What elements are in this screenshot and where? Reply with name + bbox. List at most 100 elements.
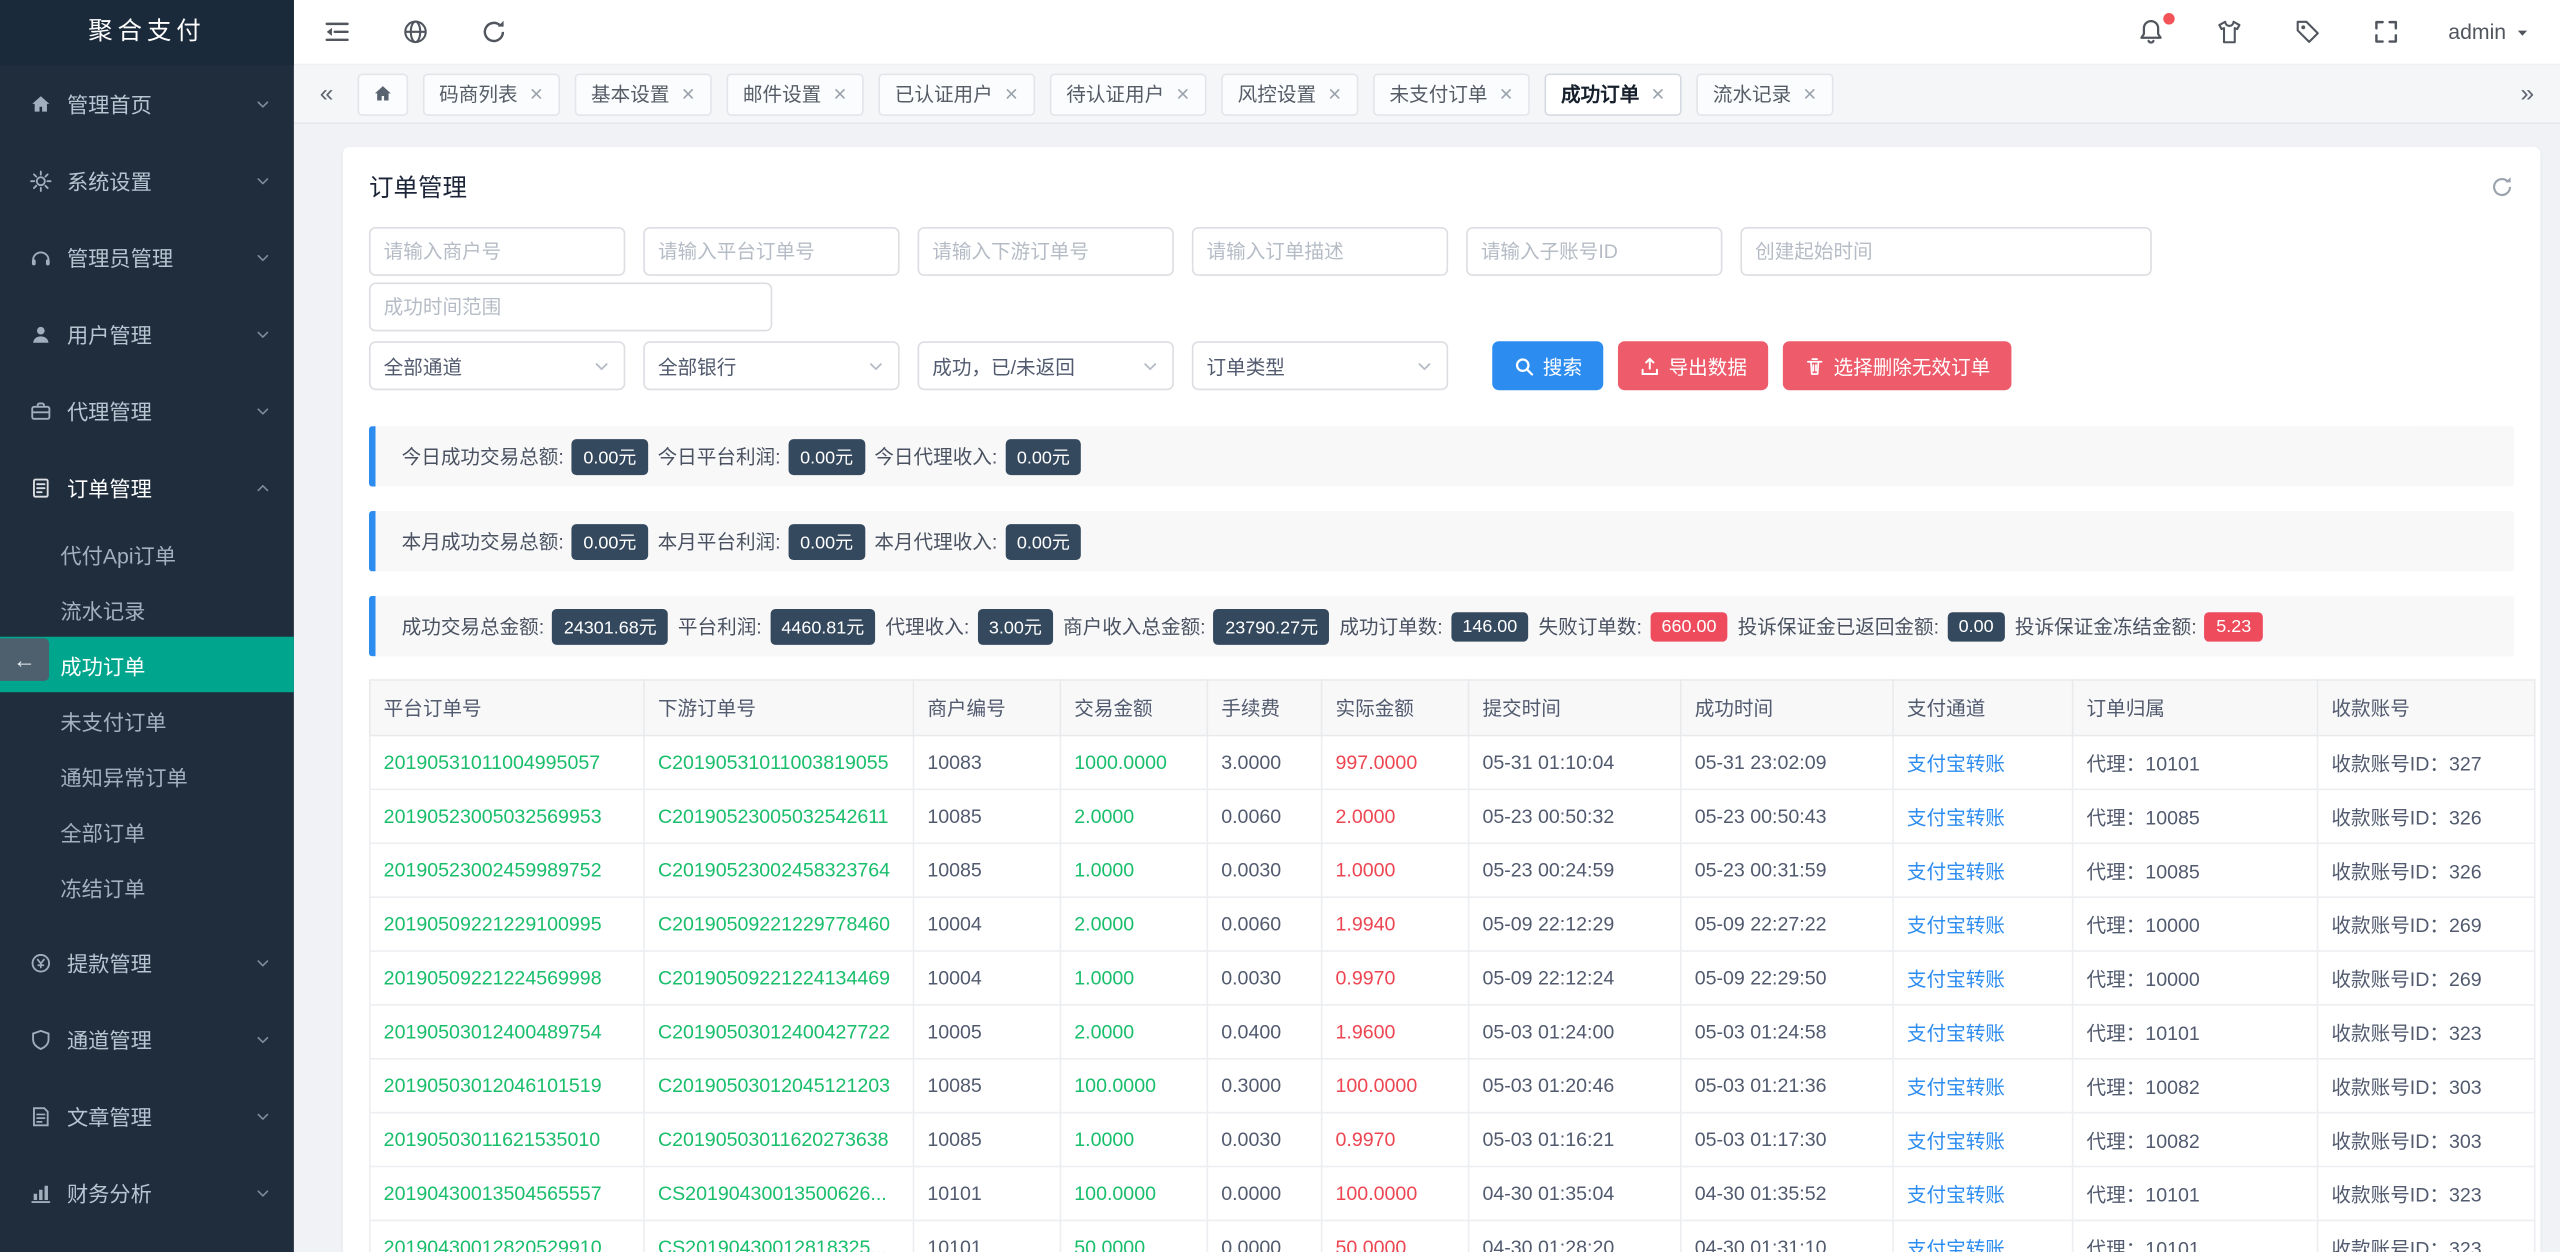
filter-input[interactable]	[1466, 227, 1722, 276]
tab[interactable]: 未支付订单	[1373, 73, 1530, 115]
cell-owner: 代理：10101	[2073, 1220, 2318, 1252]
filter-input[interactable]	[1192, 227, 1448, 276]
stat-label: 成功订单数:	[1339, 612, 1442, 640]
submenu-item-label: 全部订单	[60, 816, 145, 847]
cell-actual-amount: 1.9600	[1322, 1005, 1469, 1059]
delete-invalid-orders-button[interactable]: 选择删除无效订单	[1783, 341, 2012, 390]
filter-input[interactable]	[1740, 227, 2151, 276]
cell-fee: 0.3000	[1207, 1059, 1321, 1113]
close-icon[interactable]	[681, 87, 696, 102]
sidebar-item[interactable]: 提款管理	[0, 924, 294, 1001]
sidebar-item[interactable]: 财务分析	[0, 1154, 294, 1231]
cell-success-time: 04-30 01:31:10	[1681, 1220, 1893, 1252]
tabs-scroll-left[interactable]: «	[310, 82, 343, 106]
reload-icon[interactable]	[2490, 175, 2514, 199]
sidebar-item[interactable]: 文章管理	[0, 1078, 294, 1155]
sidebar-item[interactable]: 管理员管理	[0, 219, 294, 296]
close-icon[interactable]	[1499, 87, 1514, 102]
refresh-icon[interactable]	[477, 16, 510, 49]
stat-value-badge: 0.00元	[572, 438, 648, 474]
cell-platform-order: 20190509221229100995	[370, 897, 644, 951]
stat-value-badge: 0.00元	[1006, 523, 1082, 559]
tag-icon[interactable]	[2292, 16, 2325, 49]
close-icon[interactable]	[529, 87, 544, 102]
sidebar-item[interactable]: 用户管理	[0, 296, 294, 373]
tab-label: 流水记录	[1713, 80, 1791, 108]
globe-icon[interactable]	[398, 16, 431, 49]
success-time-range-input[interactable]	[369, 282, 772, 331]
card-header: 订单管理	[369, 170, 2514, 204]
sidebar-item[interactable]: 管理首页	[0, 65, 294, 142]
filter-input[interactable]	[369, 227, 625, 276]
caret-down-icon	[2514, 24, 2530, 40]
cell-account: 收款账号ID：323	[2318, 1005, 2535, 1059]
sidebar-collapse-handle[interactable]: ←	[0, 638, 49, 680]
chevron-down-icon	[1141, 357, 1159, 375]
tab[interactable]: 待认证用户	[1050, 73, 1207, 115]
filter-select[interactable]: 全部银行	[643, 341, 899, 390]
sidebar-item[interactable]: 通道管理	[0, 1001, 294, 1078]
cell-amount: 1000.0000	[1060, 736, 1207, 790]
tab-label: 码商列表	[439, 80, 517, 108]
close-icon[interactable]	[1004, 87, 1019, 102]
submenu-item-label: 冻结订单	[60, 871, 145, 902]
tab[interactable]: 成功订单	[1545, 73, 1682, 115]
sidebar-item-label: 管理员管理	[67, 242, 240, 273]
orders-table: 平台订单号下游订单号商户编号交易金额手续费实际金额提交时间成功时间支付通道订单归…	[369, 679, 2536, 1252]
cell-success-time: 05-23 00:31:59	[1681, 843, 1893, 897]
cell-downstream-order: C20190531011003819055	[644, 736, 913, 790]
search-button[interactable]: 搜索	[1492, 341, 1603, 390]
close-icon[interactable]	[833, 87, 848, 102]
submenu-item[interactable]: 未支付订单	[0, 692, 294, 748]
theme-icon[interactable]	[2213, 16, 2246, 49]
filter-select[interactable]: 成功，已/未返回	[918, 341, 1174, 390]
page-title: 订单管理	[369, 170, 467, 204]
column-header: 下游订单号	[644, 680, 913, 736]
cell-amount: 50.0000	[1060, 1220, 1207, 1252]
close-icon[interactable]	[1803, 87, 1818, 102]
sidebar-item[interactable]: 代理管理	[0, 372, 294, 449]
tab[interactable]: 邮件设置	[727, 73, 864, 115]
tab[interactable]: 已认证用户	[878, 73, 1035, 115]
tab[interactable]: 码商列表	[423, 73, 560, 115]
column-header: 平台订单号	[370, 680, 644, 736]
cell-owner: 代理：10085	[2073, 843, 2318, 897]
tab-label: 风控设置	[1238, 80, 1316, 108]
user-menu[interactable]: admin	[2448, 20, 2530, 44]
cell-account: 收款账号ID：269	[2318, 897, 2535, 951]
tab[interactable]: 基本设置	[575, 73, 712, 115]
cell-merchant-id: 10085	[913, 1113, 1060, 1167]
sidebar-item[interactable]: 订单管理	[0, 449, 294, 526]
cell-owner: 代理：10000	[2073, 897, 2318, 951]
tab[interactable]: 风控设置	[1221, 73, 1358, 115]
sidebar-item-label: 用户管理	[67, 318, 240, 349]
cell-amount: 2.0000	[1060, 897, 1207, 951]
export-data-button[interactable]: 导出数据	[1618, 341, 1768, 390]
cell-amount: 2.0000	[1060, 1005, 1207, 1059]
cell-merchant-id: 10004	[913, 951, 1060, 1005]
filter-input[interactable]	[643, 227, 899, 276]
menu-collapse-icon[interactable]	[320, 16, 353, 49]
submenu-item[interactable]: 全部订单	[0, 803, 294, 859]
sidebar-item[interactable]: 系统设置	[0, 142, 294, 219]
column-header: 手续费	[1207, 680, 1321, 736]
submenu-item[interactable]: 代付Api订单	[0, 526, 294, 582]
fullscreen-icon[interactable]	[2370, 16, 2403, 49]
close-icon[interactable]	[1176, 87, 1191, 102]
close-icon[interactable]	[1651, 87, 1666, 102]
article-icon	[29, 1104, 52, 1127]
tab[interactable]: 流水记录	[1697, 73, 1834, 115]
bell-icon[interactable]	[2135, 16, 2168, 49]
filter-select[interactable]: 订单类型	[1192, 341, 1448, 390]
submenu-item[interactable]: 流水记录	[0, 581, 294, 637]
tabs-scroll-right[interactable]: »	[2511, 82, 2544, 106]
filter-select[interactable]: 全部通道	[369, 341, 625, 390]
submenu-item[interactable]: 冻结订单	[0, 859, 294, 915]
filter-input[interactable]	[918, 227, 1174, 276]
tab-label: 成功订单	[1561, 80, 1639, 108]
tab-home[interactable]	[358, 73, 409, 115]
close-icon[interactable]	[1327, 87, 1342, 102]
submenu-item[interactable]: 通知异常订单	[0, 748, 294, 804]
cell-merchant-id: 10004	[913, 897, 1060, 951]
cell-owner: 代理：10101	[2073, 1005, 2318, 1059]
